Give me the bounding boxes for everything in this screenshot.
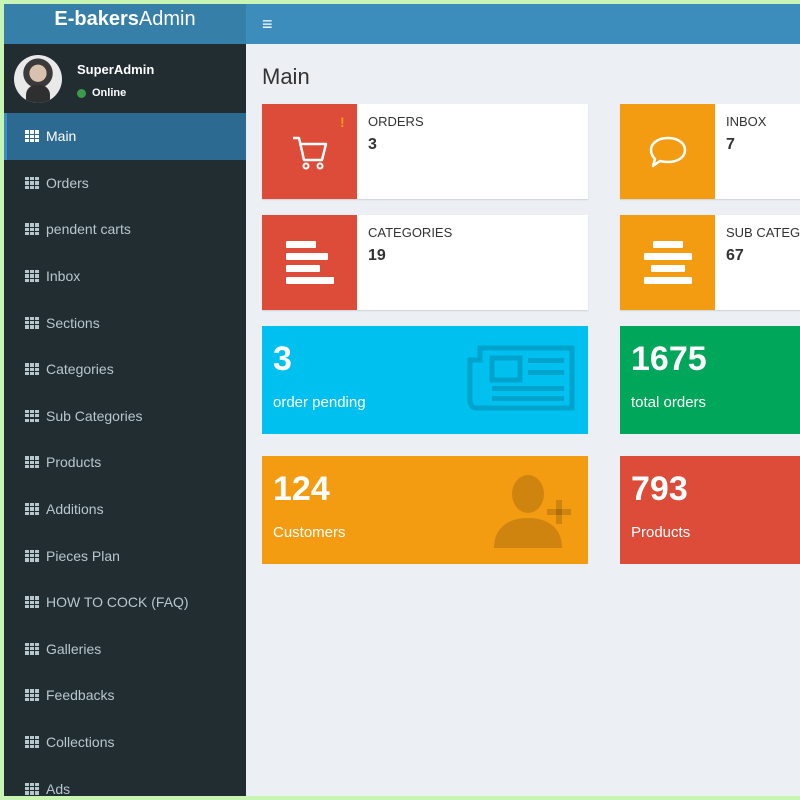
brand-logo[interactable]: E-bakersAdmin — [4, 4, 246, 44]
small-box-value: 793 — [631, 470, 688, 508]
grid-icon — [25, 782, 39, 795]
info-box-orders[interactable]: ! ORDERS 3 — [262, 104, 588, 199]
info-box-label: SUB CATEGORIES — [726, 225, 800, 240]
sidebar-item-label: Collections — [46, 734, 115, 751]
info-box-value: 67 — [726, 247, 744, 264]
sidebar-item-faq[interactable]: HOW TO COCK (FAQ) — [4, 579, 246, 626]
orders-badge-icon: ! — [340, 114, 345, 130]
sidebar-item-sub-categories[interactable]: Sub Categories — [4, 393, 246, 440]
sidebar-item-label: HOW TO COCK (FAQ) — [46, 594, 189, 611]
info-box-label: INBOX — [726, 114, 767, 129]
sidebar-item-pendent-carts[interactable]: pendent carts — [4, 206, 246, 253]
sidebar-item-label: Ads — [46, 780, 71, 796]
sidebar-item-label: Products — [46, 454, 102, 471]
sidebar-item-additions[interactable]: Additions — [4, 486, 246, 533]
grid-icon — [25, 130, 39, 143]
online-dot-icon — [77, 88, 86, 98]
sidebar-item-label: Galleries — [46, 640, 102, 657]
user-plus-icon — [490, 472, 580, 557]
grid-icon — [25, 736, 39, 748]
info-box-value: 7 — [726, 136, 735, 153]
sidebar-item-label: Main — [46, 128, 77, 145]
small-box-label: order pending — [273, 394, 366, 411]
sidebar-item-sections[interactable]: Sections — [4, 299, 246, 346]
grid-icon — [25, 409, 39, 422]
small-box-total-orders[interactable]: 1675 total orders — [620, 326, 800, 434]
brand-regular: Admin — [138, 8, 196, 30]
sidebar-item-label: Sections — [46, 314, 100, 331]
info-box-categories[interactable]: CATEGORIES 19 — [262, 215, 588, 310]
sidebar-item-label: Feedbacks — [46, 687, 115, 704]
grid-icon — [25, 503, 39, 515]
info-box-label: CATEGORIES — [368, 225, 453, 240]
avatar — [14, 55, 62, 103]
user-status-label: Online — [92, 87, 127, 99]
small-box-label: Customers — [273, 524, 346, 541]
small-box-value: 124 — [273, 470, 330, 508]
grid-icon — [25, 316, 39, 329]
sidebar-item-main[interactable]: Main — [4, 113, 246, 160]
sidebar-item-categories[interactable]: Categories — [4, 346, 246, 393]
page-title: Main — [262, 64, 310, 89]
sidebar-item-products[interactable]: Products — [4, 439, 246, 486]
sidebar-item-label: Pieces Plan — [46, 547, 120, 564]
sidebar-item-pieces-plan[interactable]: Pieces Plan — [4, 532, 246, 579]
user-panel: SuperAdmin Online — [4, 44, 246, 113]
small-box-customers[interactable]: 124 Customers — [262, 456, 588, 564]
chat-bubble-icon — [620, 104, 715, 199]
brand-bold: E-bakers — [54, 8, 139, 30]
sidebar-item-feedbacks[interactable]: Feedbacks — [4, 672, 246, 719]
sidebar-item-label: Sub Categories — [46, 407, 143, 424]
sidebar-item-ads[interactable]: Ads — [4, 765, 246, 796]
sidebar-item-label: Categories — [46, 361, 114, 378]
grid-icon — [25, 223, 39, 236]
align-left-icon — [262, 215, 357, 310]
info-box-label: ORDERS — [368, 114, 424, 129]
small-box-label: total orders — [631, 394, 707, 411]
align-center-icon — [620, 215, 715, 310]
user-name: SuperAdmin — [77, 62, 155, 77]
hamburger-icon[interactable]: ≡ — [262, 14, 273, 34]
user-status: Online — [77, 87, 126, 99]
sidebar-item-galleries[interactable]: Galleries — [4, 626, 246, 673]
sidebar-item-label: Orders — [46, 174, 89, 191]
small-box-order-pending[interactable]: 3 order pending — [262, 326, 588, 434]
sidebar-item-label: pendent carts — [46, 221, 131, 238]
grid-icon — [25, 176, 39, 189]
sidebar: SuperAdmin Online Main Orders pendent ca… — [4, 44, 246, 796]
small-box-products[interactable]: 793 Products — [620, 456, 800, 564]
sidebar-item-collections[interactable]: Collections — [4, 719, 246, 766]
sidebar-item-label: Additions — [46, 501, 104, 518]
info-box-value: 19 — [368, 247, 386, 264]
grid-icon — [25, 270, 39, 283]
small-box-value: 3 — [273, 340, 292, 378]
sidebar-item-inbox[interactable]: Inbox — [4, 253, 246, 300]
grid-icon — [25, 596, 39, 609]
top-navbar: ≡ — [246, 4, 800, 44]
newspaper-icon — [466, 340, 578, 421]
grid-icon — [25, 363, 39, 376]
info-box-sub-categories[interactable]: SUB CATEGORIES 67 — [620, 215, 800, 310]
grid-icon — [25, 456, 39, 469]
sidebar-menu: Main Orders pendent carts Inbox Sections… — [4, 113, 246, 796]
sidebar-item-label: Inbox — [46, 268, 81, 285]
info-box-inbox[interactable]: INBOX 7 — [620, 104, 800, 199]
grid-icon — [25, 642, 39, 655]
small-box-value: 1675 — [631, 340, 707, 378]
main-content: Main ! ORDERS 3 INBOX 7 CATEGORIES 19 SU… — [246, 44, 800, 796]
grid-icon — [25, 689, 39, 702]
grid-icon — [25, 549, 39, 562]
small-box-label: Products — [631, 524, 691, 541]
sidebar-item-orders[interactable]: Orders — [4, 160, 246, 207]
info-box-value: 3 — [368, 136, 377, 153]
